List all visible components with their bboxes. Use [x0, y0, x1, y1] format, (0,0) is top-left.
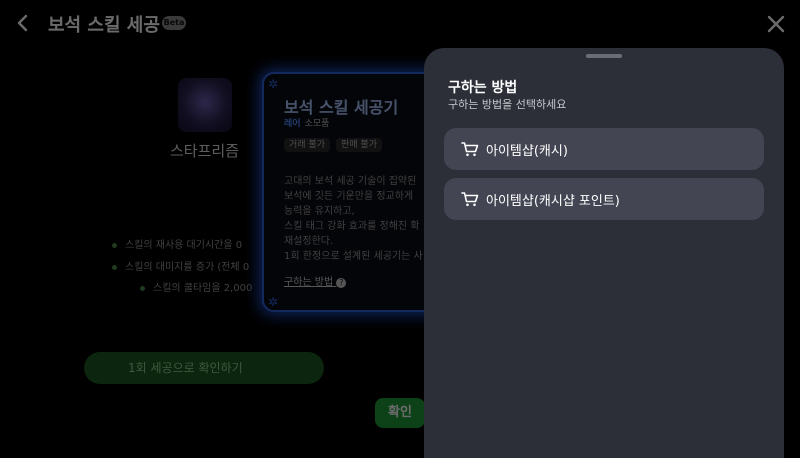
stat-text: 스킬의 재사용 대기시간을 0	[125, 240, 243, 251]
stat-line: 스킬의 대미지를 증가 (전체 0	[112, 258, 249, 273]
gem-name: 스타프리즘	[170, 142, 240, 160]
cart-icon	[461, 192, 479, 207]
option-label: 아이템샵(캐시샵 포인트)	[486, 194, 620, 209]
corner-ornament-icon: ✲	[268, 295, 279, 309]
card-title: 보석 스킬 세공기	[284, 98, 399, 117]
bullet-dot	[112, 264, 117, 270]
corner-ornament-icon: ✲	[268, 77, 279, 91]
how-to-get-sheet: 구하는 방법 구하는 방법을 선택하세요 아이템샵(캐시) 아이템샵(캐시샵 포…	[424, 48, 784, 458]
gem-image	[178, 78, 232, 132]
stat-text: 스킬의 쿨타임을 2,000	[153, 283, 253, 294]
bullet-dot	[140, 285, 145, 291]
sheet-subtitle: 구하는 방법을 선택하세요	[448, 98, 567, 111]
sale-restriction-chip: 판매 불가	[336, 138, 382, 152]
stat-line: 스킬의 재사용 대기시간을 0	[112, 236, 242, 251]
stat-text: 스킬의 대미지를 증가 (전체 0	[125, 262, 250, 273]
rarity-label: 레어	[284, 119, 301, 129]
confirm-button[interactable]: 확인	[375, 398, 425, 428]
top-bar: 보석 스킬 세공 Beta	[0, 0, 800, 48]
help-icon: ?	[336, 278, 347, 288]
sheet-title: 구하는 방법	[448, 80, 518, 96]
drag-handle[interactable]	[586, 54, 622, 58]
stat-line: 스킬의 쿨타임을 2,000	[140, 279, 252, 294]
how-to-get-link[interactable]: 구하는 방법 ?	[284, 273, 347, 288]
close-icon	[767, 15, 785, 33]
trade-restriction-chip: 거래 불가	[284, 138, 330, 152]
how-to-get-label: 구하는 방법	[284, 277, 334, 288]
option-label: 아이템샵(캐시)	[486, 144, 568, 159]
card-rarity: 레어 소모품	[284, 116, 329, 129]
back-button[interactable]	[10, 10, 36, 36]
option-item-shop-cash[interactable]: 아이템샵(캐시)	[444, 128, 764, 170]
bullet-dot	[112, 242, 117, 248]
beta-badge: Beta	[162, 16, 186, 30]
close-button[interactable]	[764, 12, 788, 36]
page-title: 보석 스킬 세공	[48, 15, 160, 36]
preview-toggle-bar[interactable]: 1회 세공으로 확인하기	[84, 352, 324, 384]
cart-icon	[461, 142, 479, 157]
chevron-left-icon	[17, 14, 28, 32]
option-item-shop-points[interactable]: 아이템샵(캐시샵 포인트)	[444, 178, 764, 220]
category-label: 소모품	[304, 119, 330, 129]
